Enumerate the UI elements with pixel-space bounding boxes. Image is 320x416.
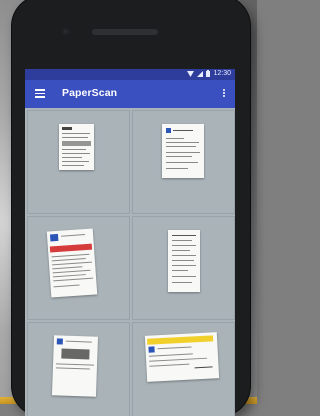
hamburger-menu-icon[interactable]: [35, 89, 45, 98]
document-thumbnail[interactable]: [51, 335, 99, 397]
earpiece-speaker: [92, 29, 158, 35]
app-title: PaperScan: [62, 87, 118, 99]
document-thumbnail[interactable]: [168, 230, 200, 292]
phone-device: 12:30 PaperScan: [12, 0, 250, 416]
app-bar: PaperScan: [25, 80, 235, 108]
status-icons: 12:30: [187, 70, 231, 77]
phone-screen: 12:30 PaperScan: [25, 69, 235, 416]
more-vert-icon[interactable]: [223, 89, 226, 99]
status-bar: 12:30: [25, 69, 235, 80]
document-card[interactable]: [132, 322, 235, 416]
document-thumbnail[interactable]: [162, 124, 204, 178]
front-camera: [62, 28, 69, 35]
document-card[interactable]: [27, 110, 130, 214]
battery-icon: [206, 70, 211, 77]
document-thumbnail[interactable]: [46, 228, 98, 298]
status-time: 12:30: [213, 70, 231, 77]
document-thumbnail[interactable]: [59, 124, 94, 170]
wifi-icon: [187, 70, 195, 77]
document-card[interactable]: [132, 216, 235, 320]
signal-icon: [197, 70, 204, 77]
document-card[interactable]: [27, 216, 130, 320]
document-card[interactable]: [27, 322, 130, 416]
document-thumbnail[interactable]: [144, 332, 220, 382]
document-card[interactable]: [132, 110, 235, 214]
document-grid: [25, 108, 235, 416]
